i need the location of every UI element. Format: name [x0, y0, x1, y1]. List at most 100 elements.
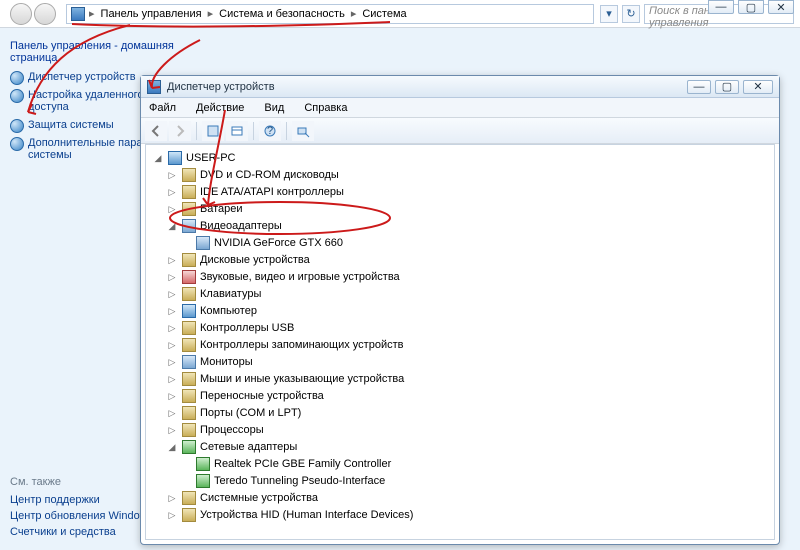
device-manager-window: Диспетчер устройств — ▢ ✕ Файл Действие …: [140, 75, 780, 545]
expand-toggle-icon[interactable]: [180, 475, 192, 487]
expand-toggle-icon[interactable]: ▷: [166, 424, 178, 436]
expand-toggle-icon[interactable]: ▷: [166, 305, 178, 317]
expand-toggle-icon[interactable]: ▷: [166, 356, 178, 368]
expand-toggle-icon[interactable]: ▷: [166, 322, 178, 334]
menu-action[interactable]: Действие: [192, 100, 248, 116]
expand-toggle-icon[interactable]: ▷: [166, 509, 178, 521]
tree-category[interactable]: ▷ Клавиатуры: [152, 286, 770, 302]
device-icon: [182, 372, 196, 386]
toolbar-help-button[interactable]: ?: [259, 121, 281, 141]
expand-toggle-icon[interactable]: ◢: [152, 152, 164, 164]
toolbar-separator: [286, 122, 287, 140]
tree-label: Компьютер: [200, 305, 257, 317]
svg-text:?: ?: [267, 125, 273, 137]
device-icon: [168, 151, 182, 165]
toolbar-forward-button[interactable]: [169, 121, 191, 141]
tree-category[interactable]: ▷ IDE ATA/ATAPI контроллеры: [152, 184, 770, 200]
tree-label: DVD и CD-ROM дисководы: [200, 169, 339, 181]
tree-category[interactable]: ▷Контроллеры запоминающих устройств: [152, 337, 770, 353]
device-icon: [182, 270, 196, 284]
breadcrumb[interactable]: ▸ Панель управления ▸ Система и безопасн…: [66, 4, 594, 24]
tree-device[interactable]: Teredo Tunneling Pseudo-Interface: [152, 473, 770, 489]
tree-label: Realtek PCIe GBE Family Controller: [214, 458, 391, 470]
parent-maximize-button[interactable]: ▢: [738, 0, 764, 14]
tree-category[interactable]: ▷ Звуковые, видео и игровые устройства: [152, 269, 770, 285]
expand-toggle-icon[interactable]: ▷: [166, 271, 178, 283]
tree-device[interactable]: Realtek PCIe GBE Family Controller: [152, 456, 770, 472]
breadcrumb-seg-2[interactable]: Система: [360, 8, 408, 20]
tree-category[interactable]: ▷ Порты (COM и LPT): [152, 405, 770, 421]
address-dropdown-button[interactable]: ▾: [600, 5, 618, 23]
tree-label: IDE ATA/ATAPI контроллеры: [200, 186, 344, 198]
device-icon: [182, 185, 196, 199]
expand-toggle-icon[interactable]: [180, 458, 192, 470]
tree-label: Порты (COM и LPT): [200, 407, 301, 419]
minimize-button[interactable]: —: [687, 80, 711, 94]
tree-label: Процессоры: [200, 424, 264, 436]
tree-root[interactable]: ◢USER-PC: [152, 150, 770, 166]
tree-category[interactable]: ▷ DVD и CD-ROM дисководы: [152, 167, 770, 183]
device-icon: [182, 168, 196, 182]
expand-toggle-icon[interactable]: [180, 237, 192, 249]
breadcrumb-seg-1[interactable]: Система и безопасность: [217, 8, 347, 20]
device-manager-titlebar[interactable]: Диспетчер устройств — ▢ ✕: [141, 76, 779, 98]
expand-toggle-icon[interactable]: ▷: [166, 339, 178, 351]
nav-forward-button[interactable]: [34, 3, 56, 25]
tree-category[interactable]: ▷ Мыши и иные указывающие устройства: [152, 371, 770, 387]
device-icon: [182, 491, 196, 505]
expand-toggle-icon[interactable]: ◢: [166, 220, 178, 232]
expand-toggle-icon[interactable]: ▷: [166, 288, 178, 300]
tree-category[interactable]: ▷Батареи: [152, 201, 770, 217]
device-tree[interactable]: ◢USER-PC ▷ DVD и CD-ROM дисководы ▷ IDE ATA/…: [145, 144, 775, 540]
tree-category[interactable]: ▷ Компьютер: [152, 303, 770, 319]
nav-back-button[interactable]: [10, 3, 32, 25]
parent-minimize-button[interactable]: —: [708, 0, 734, 14]
tree-label: Системные устройства: [200, 492, 318, 504]
expand-toggle-icon[interactable]: ◢: [166, 441, 178, 453]
parent-close-button[interactable]: ✕: [768, 0, 794, 14]
tree-category[interactable]: ▷ Переносные устройства: [152, 388, 770, 404]
device-icon: [182, 389, 196, 403]
tree-label: Звуковые, видео и игровые устройства: [200, 271, 400, 283]
toolbar-scan-button[interactable]: [292, 121, 314, 141]
toolbar-back-button[interactable]: [145, 121, 167, 141]
expand-toggle-icon[interactable]: ▷: [166, 203, 178, 215]
tree-category[interactable]: ▷Устройства HID (Human Interface Devices…: [152, 507, 770, 523]
breadcrumb-seg-0[interactable]: Панель управления: [99, 8, 204, 20]
tree-category[interactable]: ▷ Системные устройства: [152, 490, 770, 506]
device-icon: [182, 321, 196, 335]
menu-help[interactable]: Справка: [300, 100, 351, 116]
expand-toggle-icon[interactable]: ▷: [166, 407, 178, 419]
expand-toggle-icon[interactable]: ▷: [166, 254, 178, 266]
expand-toggle-icon[interactable]: ▷: [166, 390, 178, 402]
toolbar-show-hidden-button[interactable]: [202, 121, 224, 141]
expand-toggle-icon[interactable]: ▷: [166, 373, 178, 385]
tree-label: Клавиатуры: [200, 288, 261, 300]
menu-file[interactable]: Файл: [145, 100, 180, 116]
tree-label: Переносные устройства: [200, 390, 324, 402]
sidebar-heading[interactable]: Панель управления - домашняя страница: [10, 40, 180, 64]
expand-toggle-icon[interactable]: ▷: [166, 186, 178, 198]
device-icon: [182, 508, 196, 522]
close-button[interactable]: ✕: [743, 80, 773, 94]
device-manager-title: Диспетчер устройств: [167, 81, 687, 93]
tree-category[interactable]: ▷ Процессоры: [152, 422, 770, 438]
tree-category[interactable]: ▷ Контроллеры USB: [152, 320, 770, 336]
tree-category[interactable]: ▷Мониторы: [152, 354, 770, 370]
menu-view[interactable]: Вид: [260, 100, 288, 116]
tree-category[interactable]: ◢Сетевые адаптеры: [152, 439, 770, 455]
device-icon: [182, 440, 196, 454]
tree-category[interactable]: ◢Видеоадаптеры: [152, 218, 770, 234]
tree-label: Контроллеры USB: [200, 322, 294, 334]
expand-toggle-icon[interactable]: ▷: [166, 492, 178, 504]
device-icon: [196, 474, 210, 488]
toolbar-properties-button[interactable]: [226, 121, 248, 141]
tree-category[interactable]: ▷Дисковые устройства: [152, 252, 770, 268]
expand-toggle-icon[interactable]: ▷: [166, 169, 178, 181]
breadcrumb-sep-icon: ▸: [89, 7, 95, 20]
tree-label: Мыши и иные указывающие устройства: [200, 373, 404, 385]
maximize-button[interactable]: ▢: [715, 80, 739, 94]
tree-device[interactable]: NVIDIA GeForce GTX 660: [152, 235, 770, 251]
menu-bar: Файл Действие Вид Справка: [141, 98, 779, 118]
refresh-button[interactable]: ↻: [622, 5, 640, 23]
